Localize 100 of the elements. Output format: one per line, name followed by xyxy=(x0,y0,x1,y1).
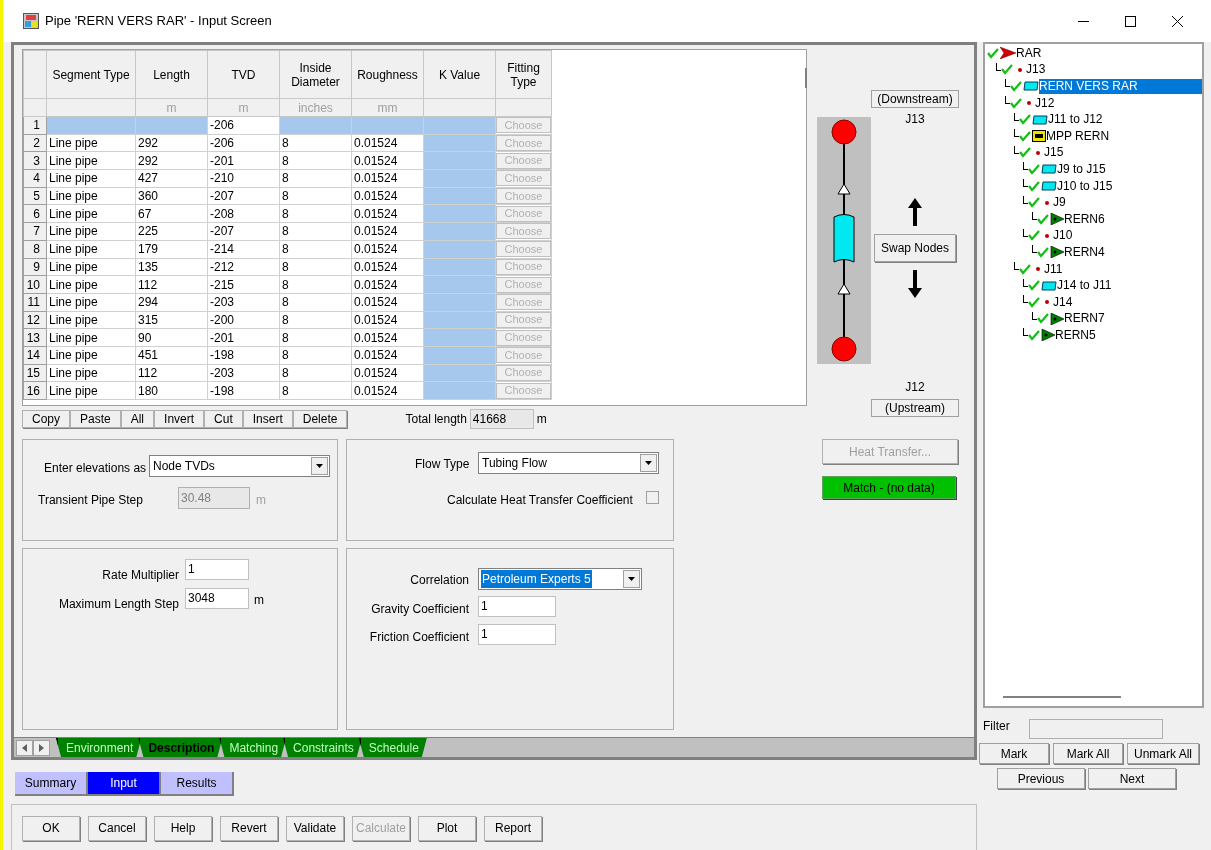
mark-button[interactable]: Mark All xyxy=(1053,743,1123,764)
swap-nodes-button[interactable]: Swap Nodes xyxy=(874,234,956,262)
tree-item[interactable]: MPP RERN xyxy=(1046,128,1112,144)
pipe-icon xyxy=(1032,114,1048,125)
toolbar-button[interactable]: Insert xyxy=(242,410,293,428)
mark-button[interactable]: Mark xyxy=(979,743,1049,764)
field-label: Correlation xyxy=(410,572,469,589)
page-tab[interactable]: Environment xyxy=(56,738,142,757)
tree-item[interactable]: J10 xyxy=(1053,228,1075,244)
correlation-dropdown[interactable]: Petroleum Experts 5 xyxy=(478,568,642,590)
dropdown-arrow-icon xyxy=(645,461,652,465)
nav-button[interactable]: Previous xyxy=(997,768,1085,789)
node-label: J13 xyxy=(905,111,925,128)
tree-item[interactable]: RERN5 xyxy=(1055,327,1098,343)
toolbar-button[interactable]: Copy xyxy=(22,410,70,428)
tree-item[interactable]: J15 xyxy=(1044,145,1066,161)
column-header: Roughness xyxy=(351,50,424,99)
dialog-button[interactable]: Revert xyxy=(220,815,278,841)
scroll-right-button[interactable] xyxy=(33,739,50,756)
page-tab[interactable]: Constraints xyxy=(283,738,362,757)
friction-coefficient-field[interactable]: 1 xyxy=(478,624,556,645)
well-arrow-icon xyxy=(1050,246,1064,259)
downstream-label: (Downstream) xyxy=(871,90,959,108)
dialog-button[interactable]: Validate xyxy=(286,815,344,841)
tree-item[interactable]: RERN6 xyxy=(1064,211,1107,227)
pipe-icon xyxy=(1023,81,1039,92)
separator-icon xyxy=(1032,130,1046,143)
app-icon xyxy=(23,13,39,29)
dialog-button[interactable]: Plot xyxy=(418,815,476,841)
page-tab[interactable]: Description xyxy=(138,738,223,757)
dropdown-arrow-icon xyxy=(628,577,635,581)
sink-arrow-icon xyxy=(1000,47,1016,60)
tick-icon xyxy=(1019,147,1031,159)
field-label: Rate Multiplier xyxy=(102,567,179,584)
well-arrow-icon xyxy=(1050,312,1064,325)
field-label: Flow Type xyxy=(415,456,470,473)
gravity-coefficient-field[interactable]: 1 xyxy=(478,596,556,617)
toolbar-button[interactable]: Delete xyxy=(292,410,348,428)
maximize-icon xyxy=(1125,15,1136,27)
unit-label: inches xyxy=(298,100,333,115)
field-label: Enter elevations as xyxy=(44,460,147,477)
column-header: Segment Type xyxy=(46,50,136,99)
rate-multiplier-field[interactable]: 1 xyxy=(185,559,249,580)
tick-icon xyxy=(1028,180,1040,192)
tick-icon xyxy=(1001,64,1013,76)
unit-label: m xyxy=(254,592,264,609)
tree-item[interactable]: J11 to J12 xyxy=(1048,112,1105,128)
minimize-icon xyxy=(1078,20,1089,22)
tree-item[interactable]: RERN7 xyxy=(1064,311,1107,327)
toolbar-button[interactable]: Cut xyxy=(204,410,243,428)
filter-field[interactable] xyxy=(1028,719,1163,739)
dialog-button[interactable]: Report xyxy=(484,815,542,841)
filter-label: Filter xyxy=(983,718,1010,735)
tree-item[interactable]: RERN VERS RAR xyxy=(1039,79,1202,94)
unit-label: m xyxy=(536,411,547,428)
scroll-left-button[interactable] xyxy=(16,739,33,756)
tree-item[interactable]: J14 xyxy=(1053,294,1075,310)
page-tab[interactable]: Schedule xyxy=(358,738,427,757)
unit-label: m xyxy=(166,100,177,115)
tree-item[interactable]: RERN4 xyxy=(1064,244,1107,260)
nav-button[interactable]: Next xyxy=(1088,768,1176,789)
upstream-label: (Upstream) xyxy=(871,399,959,417)
tree-item[interactable]: J12 xyxy=(1035,95,1057,111)
toolbar-button[interactable]: All xyxy=(120,410,155,428)
dropdown-arrow-icon xyxy=(316,464,323,468)
flow-type-dropdown[interactable]: Tubing Flow xyxy=(478,452,659,474)
tree-item[interactable]: J14 to J11 xyxy=(1057,278,1114,294)
column-header: TVD xyxy=(207,50,280,99)
tree-item[interactable]: J9 xyxy=(1053,195,1068,211)
column-header: Inside Diameter xyxy=(279,50,352,99)
tick-icon xyxy=(1028,163,1040,175)
mark-button[interactable]: Unmark All xyxy=(1127,743,1199,764)
elevation-dropdown[interactable]: Node TVDs xyxy=(149,455,330,477)
dialog-button[interactable]: OK xyxy=(22,815,80,841)
toolbar-button[interactable]: Paste xyxy=(70,410,121,428)
match-button[interactable]: Match - (no data) xyxy=(822,476,956,499)
toolbar-button[interactable]: Invert xyxy=(154,410,205,428)
left-arrow-icon xyxy=(22,743,27,752)
window-title: Pipe 'RERN VERS RAR' - Input Screen xyxy=(45,12,272,31)
tick-icon xyxy=(1019,130,1031,142)
view-tab[interactable]: Input xyxy=(88,772,161,796)
tick-icon xyxy=(1019,263,1031,275)
pipe-icon xyxy=(1041,164,1057,175)
right-arrow-icon xyxy=(39,743,44,752)
tree-item[interactable]: J11 xyxy=(1044,261,1065,277)
tick-icon xyxy=(1019,114,1031,126)
tree-item[interactable]: J9 to J15 xyxy=(1057,161,1108,177)
view-tab[interactable]: Results xyxy=(161,772,234,796)
dialog-button[interactable]: Cancel xyxy=(88,815,146,841)
tree-item[interactable]: J13 xyxy=(1026,62,1048,78)
max-length-step-field[interactable]: 3048 xyxy=(185,588,249,609)
heat-transfer-checkbox[interactable] xyxy=(646,491,659,504)
down-arrow-icon xyxy=(908,270,922,298)
dialog-button[interactable]: Help xyxy=(154,815,212,841)
tick-icon xyxy=(1010,81,1022,92)
page-tab[interactable]: Matching xyxy=(219,738,287,757)
tree-item[interactable]: RAR xyxy=(1016,45,1044,61)
tree-item[interactable]: J10 to J15 xyxy=(1057,178,1115,194)
view-tab[interactable]: Summary xyxy=(15,772,88,796)
tick-icon xyxy=(1037,213,1049,225)
